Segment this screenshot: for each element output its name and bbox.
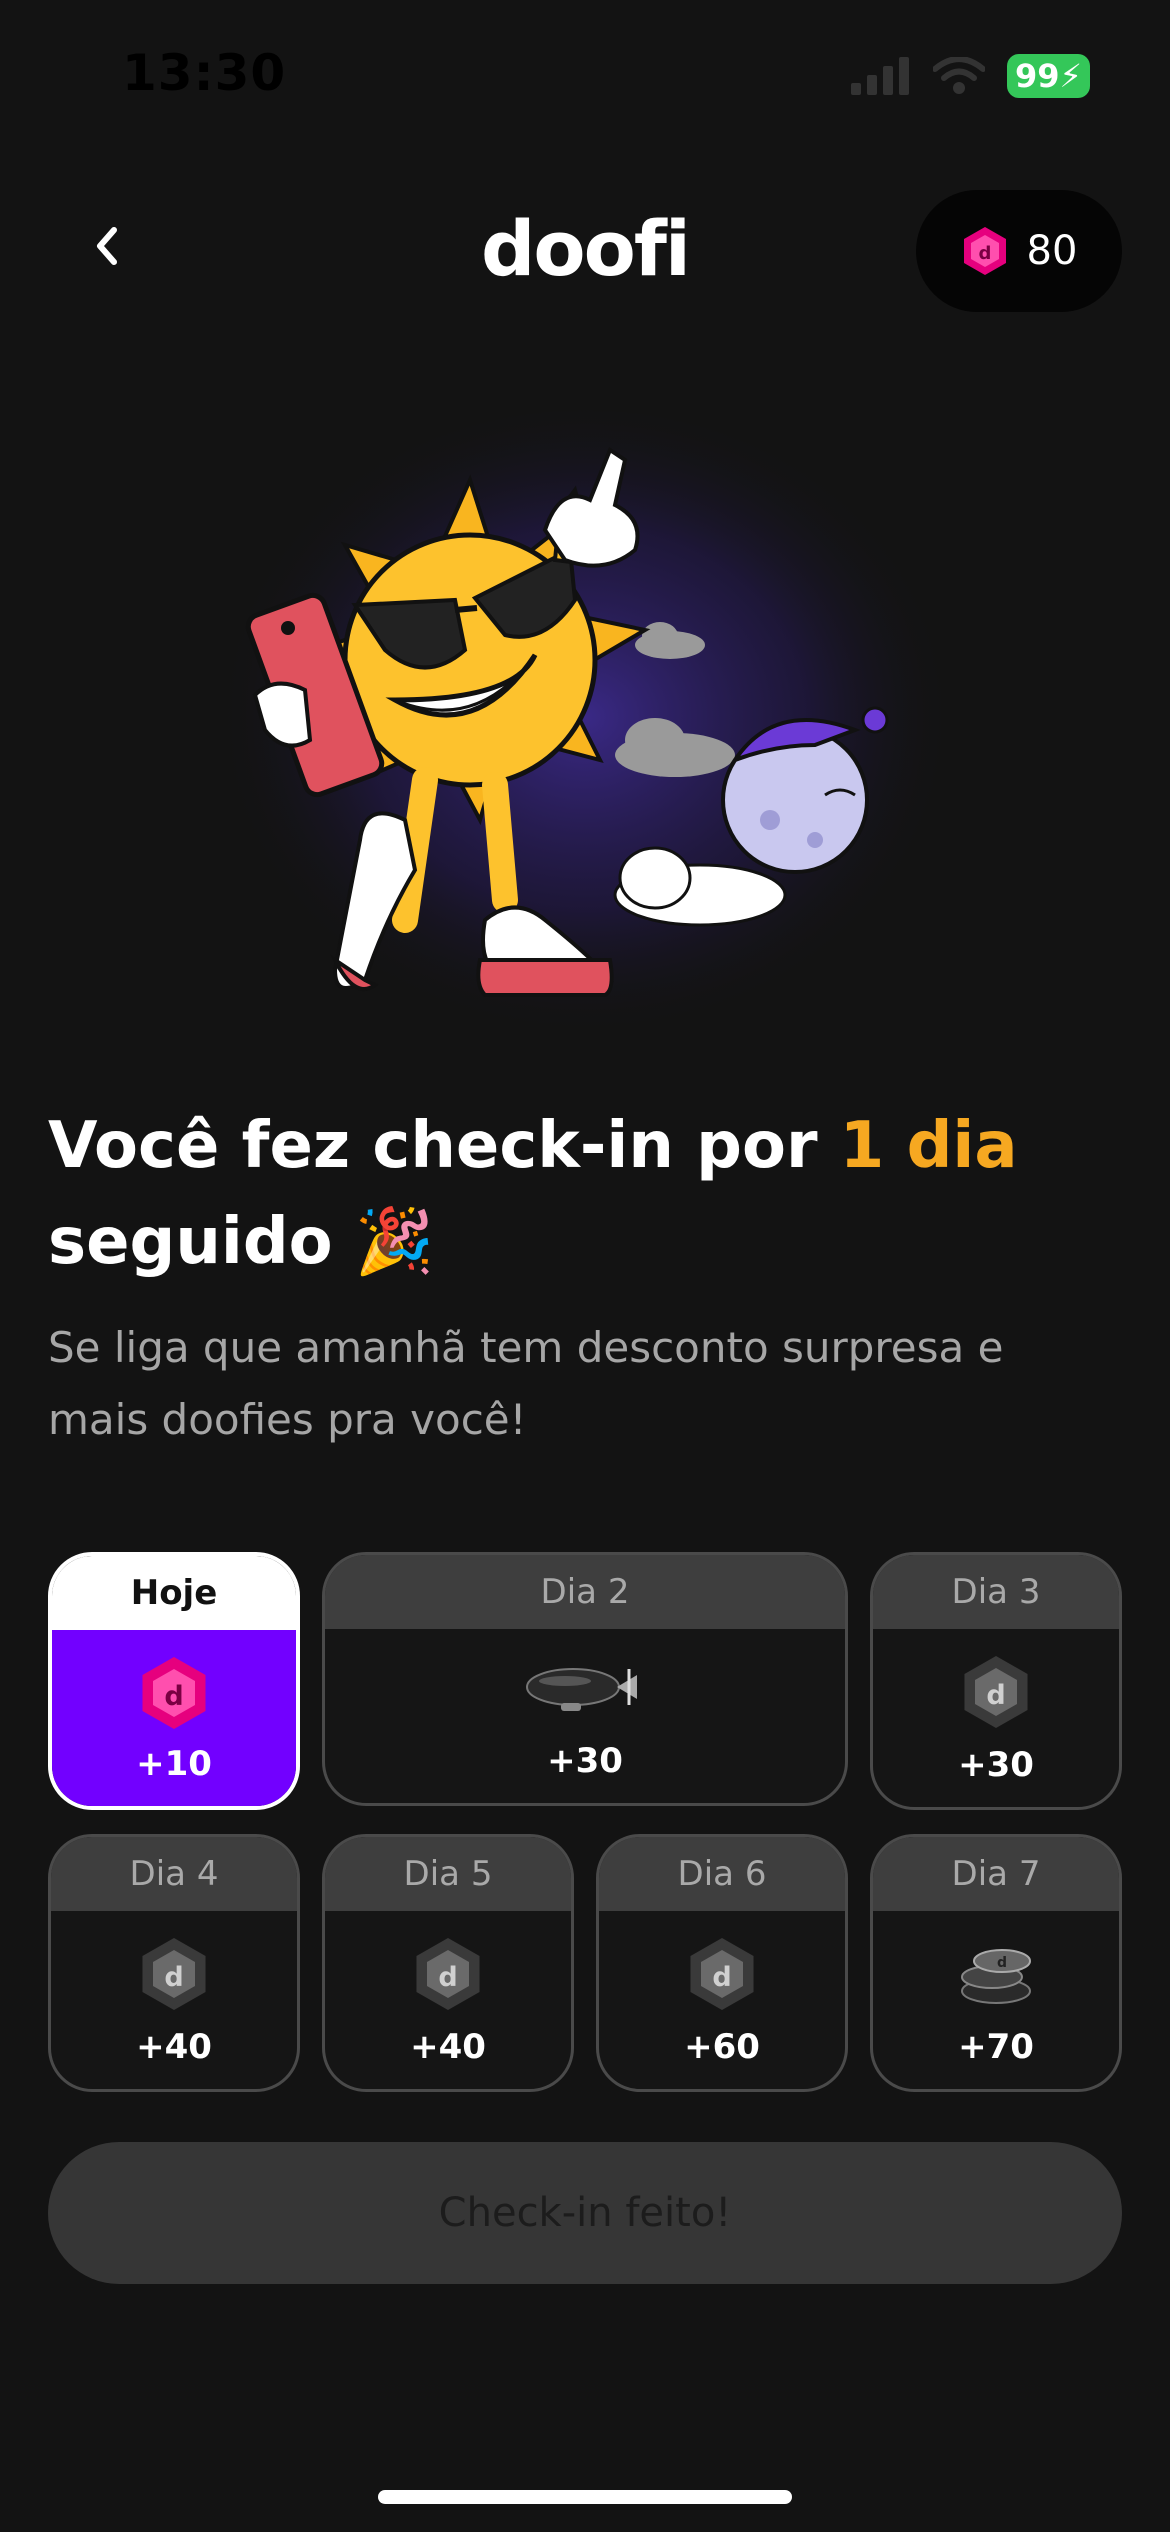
page-title: Você fez check-in por 1 dia seguido 🎉 — [48, 1098, 1128, 1290]
coin-icon: d — [416, 1938, 480, 2010]
svg-text:d: d — [164, 1962, 183, 1993]
reward-day-label: Dia 7 — [873, 1837, 1119, 1911]
headline-suffix: seguido — [48, 1205, 333, 1279]
doofi-coin-icon: d — [963, 227, 1006, 275]
svg-text:d: d — [712, 1962, 731, 1993]
svg-text:d: d — [438, 1962, 457, 1993]
checkin-screen: 13:30 99⚡ doofi d 80 Você fez check-in p… — [0, 0, 1170, 2532]
blimp-icon — [526, 1668, 637, 1711]
coin-icon: d — [142, 1938, 206, 2010]
reward-amount: +60 — [684, 2027, 760, 2067]
reward-card-day-4: Dia 4 d +40 — [48, 1834, 300, 2092]
reward-amount: +70 — [958, 2027, 1034, 2067]
svg-text:d: d — [164, 1681, 183, 1712]
coin-icon: d — [964, 1656, 1028, 1728]
reward-card-day-7: Dia 7 d +70 — [870, 1834, 1122, 2092]
headline-prefix: Você fez check-in por — [48, 1109, 840, 1183]
home-indicator — [378, 2490, 792, 2504]
reward-amount: +30 — [547, 1741, 623, 1781]
wifi-icon — [933, 57, 985, 94]
checkin-done-button[interactable]: Check-in feito! — [48, 2142, 1122, 2284]
battery-indicator: 99⚡ — [1007, 54, 1090, 98]
reward-amount: +30 — [958, 1745, 1034, 1785]
svg-text:d: d — [986, 1680, 1005, 1711]
signal-icon — [851, 57, 909, 95]
party-popper-icon: 🎉 — [354, 1205, 435, 1279]
reward-card-day-5: Dia 5 d +40 — [322, 1834, 574, 2092]
status-icons: 99⚡ — [851, 54, 1090, 98]
reward-day-label: Dia 3 — [873, 1555, 1119, 1629]
page-subtitle: Se liga que amanhã tem desconto surpresa… — [48, 1323, 1004, 1444]
coin-stack-icon: d — [961, 1949, 1031, 2004]
reward-day-label: Dia 5 — [325, 1837, 571, 1911]
streak-days: 1 dia — [839, 1109, 1018, 1183]
battery-level: 99 — [1015, 57, 1060, 95]
charging-icon: ⚡ — [1059, 57, 1082, 95]
svg-text:d: d — [978, 243, 991, 264]
coin-balance-value: 80 — [1026, 228, 1078, 274]
reward-day-label: Dia 2 — [325, 1555, 845, 1629]
reward-card-day-2: Dia 2 +30 — [322, 1552, 848, 1806]
svg-text:d: d — [997, 1955, 1007, 1971]
status-time: 13:30 — [122, 44, 287, 102]
reward-card-day-6: Dia 6 d +60 — [596, 1834, 848, 2092]
doofi-coin-icon: d — [142, 1657, 206, 1729]
coin-icon: d — [690, 1938, 754, 2010]
reward-card-today: Hoje d +10 — [48, 1552, 300, 1810]
hero-illustration — [215, 410, 955, 1050]
reward-card-day-3: Dia 3 d +30 — [870, 1552, 1122, 1810]
reward-day-label: Dia 6 — [599, 1837, 845, 1911]
reward-amount: +40 — [410, 2027, 486, 2067]
reward-amount: +10 — [136, 1744, 212, 1784]
reward-amount: +40 — [136, 2027, 212, 2067]
coin-balance[interactable]: d 80 — [916, 190, 1122, 312]
reward-day-label: Hoje — [52, 1556, 296, 1630]
reward-day-label: Dia 4 — [51, 1837, 297, 1911]
